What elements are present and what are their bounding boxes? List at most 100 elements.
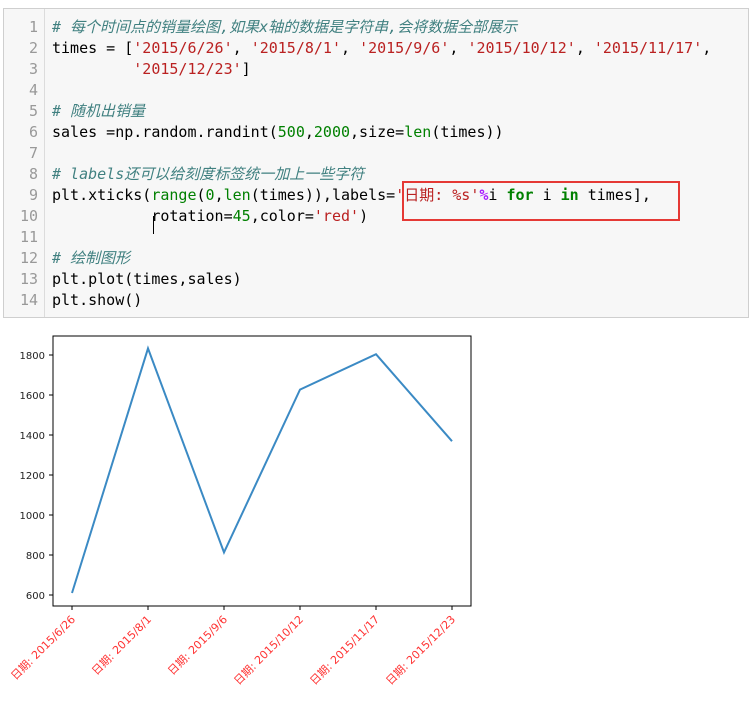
text-cursor	[153, 216, 154, 234]
y-tick-label: 1600	[20, 391, 45, 402]
code-token: 2000	[314, 123, 350, 141]
code-token: ,	[576, 39, 594, 57]
code-text: times = ['2015/6/26', '2015/8/1', '2015/…	[52, 38, 711, 59]
line-number: 9	[4, 185, 38, 206]
y-tick-label: 1200	[20, 471, 45, 482]
code-token: for	[506, 186, 533, 204]
x-tick-label: 日期: 2015/10/12	[231, 613, 306, 688]
code-text: plt.show()	[52, 290, 142, 311]
code-line[interactable]: 14 plt.show()	[4, 290, 748, 311]
code-line[interactable]: 12 # 绘制图形	[4, 248, 748, 269]
code-token: ,	[215, 186, 224, 204]
code-token: '2015/9/6'	[359, 39, 449, 57]
code-token: '2015/11/17'	[594, 39, 702, 57]
code-token: ]	[242, 60, 251, 78]
code-text: # 绘制图形	[52, 248, 130, 269]
code-token: in	[561, 186, 579, 204]
line-number: 13	[4, 269, 38, 290]
code-token: (times))	[431, 123, 503, 141]
line-number: 4	[4, 80, 38, 101]
code-token: ,	[449, 39, 467, 57]
code-line[interactable]: 2 times = ['2015/6/26', '2015/8/1', '2015…	[4, 38, 748, 59]
code-line[interactable]: 6 sales =np.random.randint(500,2000,size=…	[4, 122, 748, 143]
code-token: (	[197, 186, 206, 204]
line-number: 10	[4, 206, 38, 227]
code-token: '2015/12/23'	[133, 60, 241, 78]
code-token: ,size=	[350, 123, 404, 141]
code-line[interactable]: 1 # 每个时间点的销量绘图,如果x轴的数据是字符串,会将数据全部展示	[4, 17, 748, 38]
code-text: rotation=45,color='red')	[52, 206, 368, 227]
line-number: 1	[4, 17, 38, 38]
code-text: # 每个时间点的销量绘图,如果x轴的数据是字符串,会将数据全部展示	[52, 17, 517, 38]
y-tick-label: 600	[26, 591, 45, 602]
code-token: len	[404, 123, 431, 141]
line-number: 7	[4, 143, 38, 164]
code-token: (times)),labels=	[251, 186, 396, 204]
code-token: len	[224, 186, 251, 204]
line-number: 2	[4, 38, 38, 59]
line-number: 12	[4, 248, 38, 269]
code-token: ,color=	[251, 207, 314, 225]
line-chart: 60080010001200140016001800日期: 2015/6/26日…	[0, 318, 751, 705]
y-tick-label: 1000	[20, 511, 45, 522]
code-line[interactable]: 3 '2015/12/23']	[4, 59, 748, 80]
code-line[interactable]: 11	[4, 227, 748, 248]
code-token: # 随机出销量	[52, 102, 145, 120]
code-token	[52, 60, 133, 78]
code-token: '2015/6/26'	[133, 39, 232, 57]
code-token: ,	[341, 39, 359, 57]
line-number: 8	[4, 164, 38, 185]
code-token: ,	[702, 39, 711, 57]
code-token: 0	[206, 186, 215, 204]
output-plot: 60080010001200140016001800日期: 2015/6/26日…	[0, 318, 751, 705]
code-token: plt.plot(times,sales)	[52, 270, 242, 288]
x-tick-label: 日期: 2015/12/23	[383, 613, 458, 688]
code-token: times = [	[52, 39, 133, 57]
line-number: 3	[4, 59, 38, 80]
code-token: sales =np.random.randint(	[52, 123, 278, 141]
x-tick-label: 日期: 2015/9/6	[165, 613, 230, 678]
code-text: sales =np.random.randint(500,2000,size=l…	[52, 122, 504, 143]
code-token: i	[534, 186, 561, 204]
code-line[interactable]: 7	[4, 143, 748, 164]
y-tick-label: 800	[26, 551, 45, 562]
code-token: ,	[233, 39, 251, 57]
code-line[interactable]: 8 # labels还可以给刻度标签统一加上一些字符	[4, 164, 748, 185]
code-token: # 每个时间点的销量绘图,如果x轴的数据是字符串,会将数据全部展示	[52, 18, 517, 36]
code-token: 'red'	[314, 207, 359, 225]
code-token: '日期: %s'	[395, 186, 479, 204]
code-line[interactable]: 10 rotation=45,color='red')	[4, 206, 748, 227]
x-tick-label: 日期: 2015/6/26	[8, 613, 78, 683]
code-cell[interactable]: 1 # 每个时间点的销量绘图,如果x轴的数据是字符串,会将数据全部展示 2 times…	[3, 8, 749, 318]
y-tick-label: 1400	[20, 431, 45, 442]
code-token: plt.xticks(	[52, 186, 151, 204]
x-tick-label: 日期: 2015/8/1	[89, 613, 154, 678]
code-text: # labels还可以给刻度标签统一加上一些字符	[52, 164, 364, 185]
code-token: # labels还可以给刻度标签统一加上一些字符	[52, 165, 364, 183]
code-token: 500	[278, 123, 305, 141]
code-line[interactable]: 9 plt.xticks(range(0,len(times)),labels='…	[4, 185, 748, 206]
code-token: i	[488, 186, 506, 204]
code-token: plt.show()	[52, 291, 142, 309]
code-token: '2015/8/1'	[251, 39, 341, 57]
code-line[interactable]: 4	[4, 80, 748, 101]
code-token: '2015/10/12'	[467, 39, 575, 57]
line-number: 11	[4, 227, 38, 248]
y-tick-label: 1800	[20, 351, 45, 362]
code-token: 45	[233, 207, 251, 225]
code-token: range	[151, 186, 196, 204]
code-text: plt.plot(times,sales)	[52, 269, 242, 290]
code-token: )	[359, 207, 368, 225]
code-token: rotation=	[52, 207, 233, 225]
code-token: ,	[305, 123, 314, 141]
code-token: times],	[579, 186, 651, 204]
x-tick-label: 日期: 2015/11/17	[307, 613, 382, 688]
code-text: plt.xticks(range(0,len(times)),labels='日…	[52, 185, 651, 206]
code-line[interactable]: 13 plt.plot(times,sales)	[4, 269, 748, 290]
code-token: # 绘制图形	[52, 249, 130, 267]
code-text: '2015/12/23']	[52, 59, 251, 80]
code-line[interactable]: 5# 随机出销量	[4, 101, 748, 122]
line-number: 6	[4, 122, 38, 143]
code-text: # 随机出销量	[52, 101, 145, 122]
line-number: 14	[4, 290, 38, 311]
